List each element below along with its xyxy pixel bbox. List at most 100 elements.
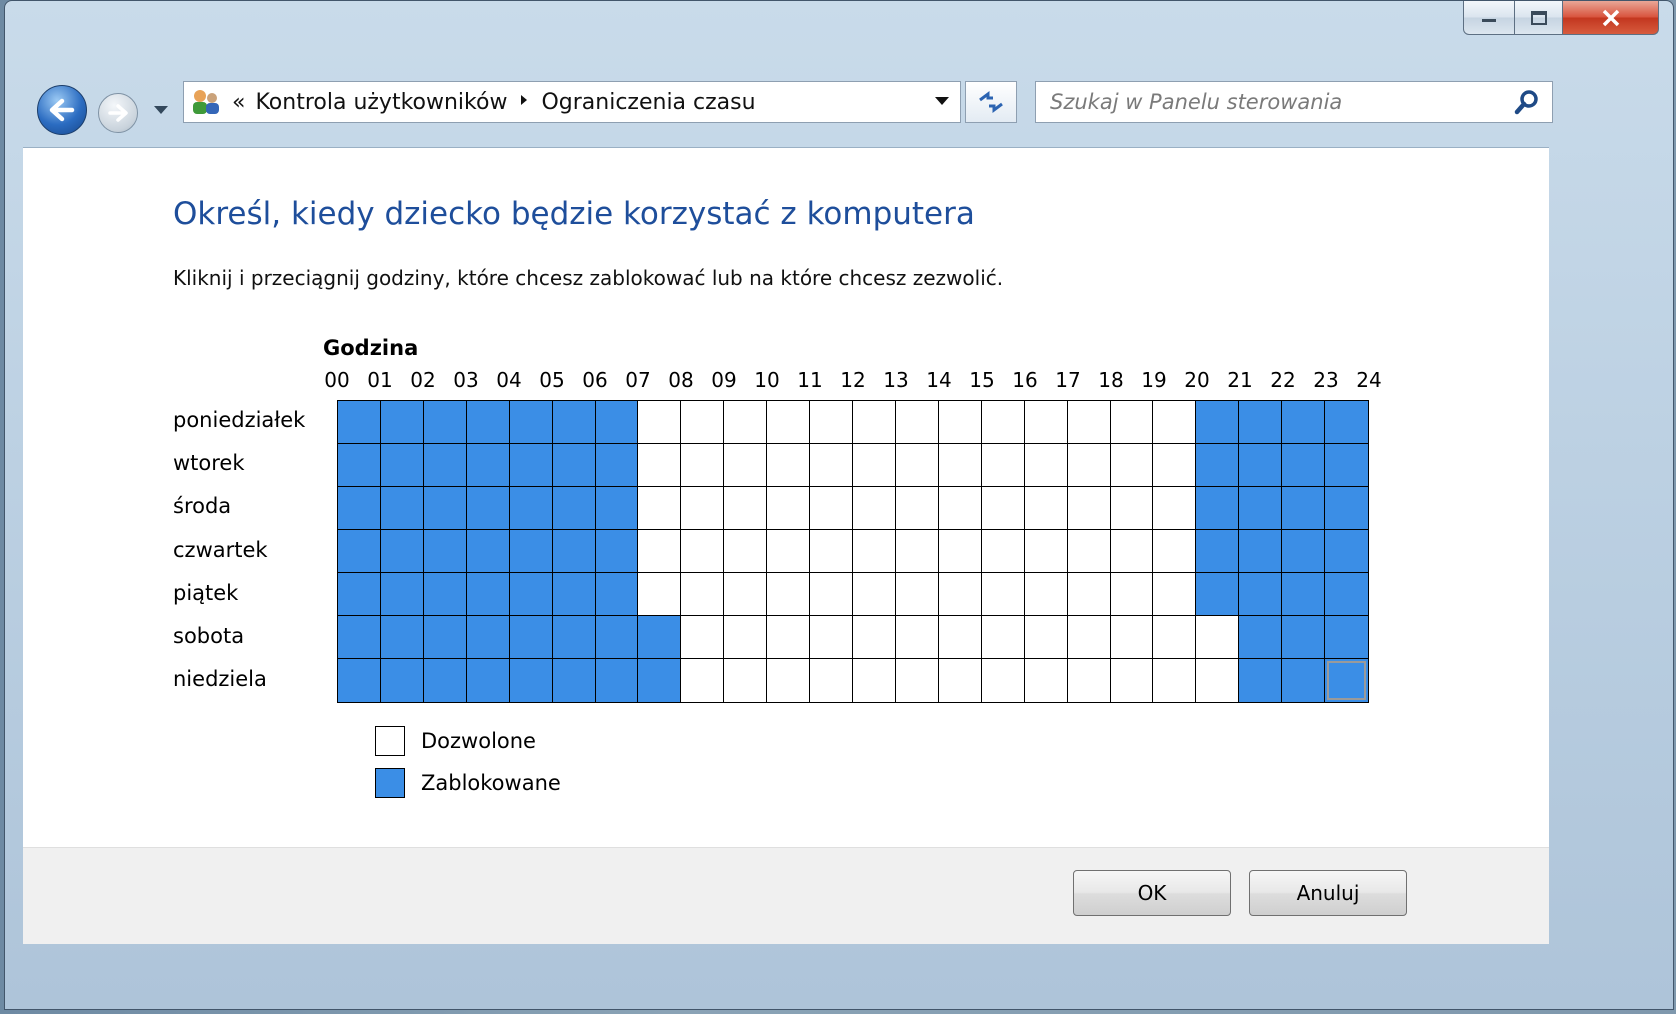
hour-cell-blocked[interactable] bbox=[1325, 573, 1368, 616]
hour-cell-blocked[interactable] bbox=[1325, 530, 1368, 573]
hour-cell-blocked[interactable] bbox=[509, 444, 553, 487]
hour-cell-allowed[interactable] bbox=[1196, 659, 1240, 702]
hour-cell-blocked[interactable] bbox=[1239, 616, 1283, 659]
hour-cell-blocked[interactable] bbox=[1325, 487, 1368, 530]
hour-cell-allowed[interactable] bbox=[895, 530, 939, 573]
hour-cell-blocked[interactable] bbox=[552, 659, 596, 702]
hour-cell-blocked[interactable] bbox=[509, 530, 553, 573]
hour-cell-allowed[interactable] bbox=[938, 487, 982, 530]
hour-cell-blocked[interactable] bbox=[595, 401, 639, 444]
hour-cell-allowed[interactable] bbox=[938, 573, 982, 616]
hour-cell-blocked[interactable] bbox=[595, 659, 639, 702]
hour-cell-blocked[interactable] bbox=[380, 401, 424, 444]
hour-cell-allowed[interactable] bbox=[810, 530, 853, 573]
hour-cell-allowed[interactable] bbox=[724, 530, 768, 573]
hour-cell-blocked[interactable] bbox=[338, 444, 381, 487]
hour-cell-blocked[interactable] bbox=[509, 401, 553, 444]
hour-cell-allowed[interactable] bbox=[981, 487, 1025, 530]
breadcrumb-time-limits[interactable]: Ograniczenia czasu bbox=[541, 90, 755, 115]
hour-cell-allowed[interactable] bbox=[895, 616, 939, 659]
hour-cell-allowed[interactable] bbox=[895, 487, 939, 530]
hour-cell-allowed[interactable] bbox=[1024, 659, 1068, 702]
refresh-button[interactable] bbox=[965, 81, 1017, 123]
hour-cell-allowed[interactable] bbox=[1024, 573, 1068, 616]
hour-cell-blocked[interactable] bbox=[595, 487, 639, 530]
hour-cell-allowed[interactable] bbox=[938, 401, 982, 444]
search-box[interactable] bbox=[1035, 81, 1553, 123]
hour-cell-blocked[interactable] bbox=[552, 573, 596, 616]
hour-cell-allowed[interactable] bbox=[810, 487, 853, 530]
hour-cell-allowed[interactable] bbox=[895, 444, 939, 487]
hour-cell-allowed[interactable] bbox=[1153, 659, 1197, 702]
hour-cell-allowed[interactable] bbox=[1110, 573, 1154, 616]
hour-cell-allowed[interactable] bbox=[1153, 573, 1197, 616]
hour-cell-blocked[interactable] bbox=[338, 573, 381, 616]
address-history-dropdown[interactable] bbox=[934, 94, 950, 110]
hour-cell-allowed[interactable] bbox=[681, 659, 725, 702]
hour-cell-allowed[interactable] bbox=[853, 444, 896, 487]
hour-cell-blocked[interactable] bbox=[552, 487, 596, 530]
address-overflow-chevron[interactable]: « bbox=[232, 90, 245, 115]
hour-cell-allowed[interactable] bbox=[681, 487, 725, 530]
hour-cell-blocked[interactable] bbox=[423, 444, 467, 487]
hour-cell-blocked[interactable] bbox=[466, 487, 510, 530]
hour-cell-allowed[interactable] bbox=[981, 530, 1025, 573]
hour-cell-allowed[interactable] bbox=[681, 573, 725, 616]
hour-cell-allowed[interactable] bbox=[724, 573, 768, 616]
hour-cell-blocked[interactable] bbox=[423, 573, 467, 616]
hour-cell-allowed[interactable] bbox=[853, 659, 896, 702]
hour-cell-blocked[interactable] bbox=[1239, 444, 1283, 487]
hour-cell-allowed[interactable] bbox=[724, 444, 768, 487]
cancel-button[interactable]: Anuluj bbox=[1249, 870, 1407, 916]
hour-cell-blocked[interactable] bbox=[1282, 530, 1326, 573]
hour-cell-allowed[interactable] bbox=[767, 659, 811, 702]
hour-cell-blocked[interactable] bbox=[1239, 401, 1283, 444]
hour-cell-blocked[interactable] bbox=[509, 573, 553, 616]
hour-cell-allowed[interactable] bbox=[1067, 444, 1111, 487]
hour-cell-allowed[interactable] bbox=[853, 401, 896, 444]
hour-cell-allowed[interactable] bbox=[767, 616, 811, 659]
hour-cell-blocked[interactable] bbox=[638, 616, 682, 659]
hour-cell-allowed[interactable] bbox=[1067, 616, 1111, 659]
hour-cell-blocked[interactable] bbox=[509, 487, 553, 530]
hour-cell-blocked[interactable] bbox=[466, 659, 510, 702]
hour-cell-allowed[interactable] bbox=[1024, 530, 1068, 573]
hour-cell-allowed[interactable] bbox=[1024, 401, 1068, 444]
hour-cell-blocked[interactable] bbox=[338, 401, 381, 444]
hour-cell-allowed[interactable] bbox=[724, 401, 768, 444]
hour-cell-allowed[interactable] bbox=[895, 659, 939, 702]
hour-cell-allowed[interactable] bbox=[638, 444, 682, 487]
hour-cell-allowed[interactable] bbox=[938, 659, 982, 702]
hour-cell-allowed[interactable] bbox=[681, 530, 725, 573]
hour-cell-blocked[interactable] bbox=[1282, 573, 1326, 616]
hour-cell-blocked[interactable] bbox=[423, 659, 467, 702]
hour-cell-allowed[interactable] bbox=[1110, 659, 1154, 702]
hour-cell-allowed[interactable] bbox=[1153, 401, 1197, 444]
hour-cell-blocked[interactable] bbox=[338, 616, 381, 659]
hour-cell-allowed[interactable] bbox=[853, 573, 896, 616]
hour-cell-allowed[interactable] bbox=[638, 487, 682, 530]
hour-cell-blocked[interactable] bbox=[1282, 487, 1326, 530]
hour-cell-allowed[interactable] bbox=[724, 659, 768, 702]
breadcrumb-user-control[interactable]: Kontrola użytkowników bbox=[255, 90, 507, 115]
hour-cell-allowed[interactable] bbox=[1067, 530, 1111, 573]
hour-cell-allowed[interactable] bbox=[1110, 487, 1154, 530]
hour-cell-blocked[interactable] bbox=[1325, 659, 1368, 702]
hour-cell-allowed[interactable] bbox=[1024, 444, 1068, 487]
hour-cell-blocked[interactable] bbox=[466, 401, 510, 444]
hour-cell-allowed[interactable] bbox=[1153, 530, 1197, 573]
minimize-button[interactable] bbox=[1463, 1, 1515, 35]
hour-cell-blocked[interactable] bbox=[509, 616, 553, 659]
hour-cell-allowed[interactable] bbox=[981, 401, 1025, 444]
hour-cell-blocked[interactable] bbox=[1325, 401, 1368, 444]
hour-cell-allowed[interactable] bbox=[1110, 616, 1154, 659]
hour-cell-allowed[interactable] bbox=[724, 487, 768, 530]
hour-cell-blocked[interactable] bbox=[552, 616, 596, 659]
hour-cell-blocked[interactable] bbox=[595, 444, 639, 487]
hour-cell-blocked[interactable] bbox=[1282, 401, 1326, 444]
hour-cell-allowed[interactable] bbox=[638, 530, 682, 573]
hour-cell-allowed[interactable] bbox=[1110, 401, 1154, 444]
hour-cell-blocked[interactable] bbox=[1196, 530, 1240, 573]
hour-cell-blocked[interactable] bbox=[1196, 487, 1240, 530]
hour-cell-blocked[interactable] bbox=[1282, 616, 1326, 659]
